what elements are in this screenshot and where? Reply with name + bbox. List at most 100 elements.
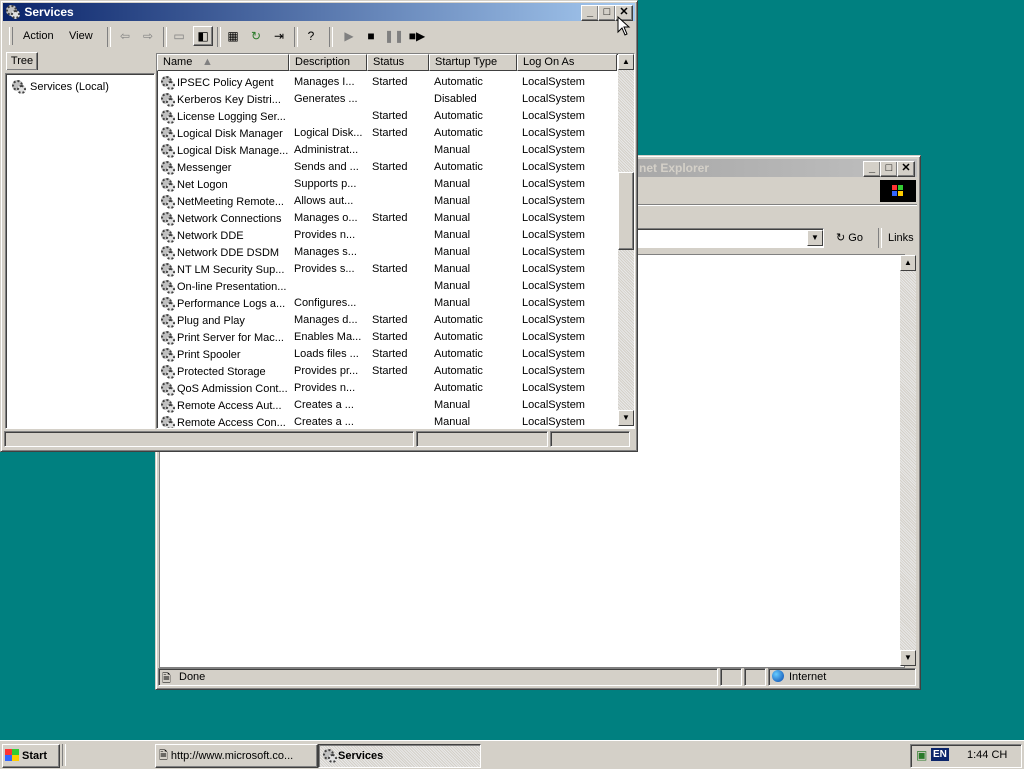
address-dropdown-button[interactable]: ▼: [807, 230, 823, 246]
services-list[interactable]: Name ▲ Description Status Startup Type Lo…: [156, 53, 635, 429]
service-gear-icon: [160, 109, 175, 124]
table-row[interactable]: Net Logon Supports p... Manual LocalSystem: [157, 175, 617, 192]
column-header-description[interactable]: Description: [289, 54, 367, 71]
table-row[interactable]: Performance Logs a... Configures... Manual…: [157, 294, 617, 311]
properties-icon[interactable]: ▦: [223, 26, 243, 46]
clock[interactable]: 1:44 CH: [967, 749, 1007, 761]
table-row[interactable]: QoS Admission Cont... Provides n... Automa…: [157, 379, 617, 396]
network-icon[interactable]: ▣: [916, 748, 927, 762]
menu-view[interactable]: View: [69, 30, 93, 42]
pause-service-icon[interactable]: ❚❚: [384, 26, 404, 46]
services-scroll-up-arrow[interactable]: ▲: [618, 54, 634, 70]
services-scroll-thumb[interactable]: [618, 172, 634, 250]
restart-service-icon[interactable]: ■▶: [407, 26, 427, 46]
column-header-log-on-as[interactable]: Log On As: [517, 54, 617, 71]
ie-scroll-down-arrow[interactable]: ▼: [900, 650, 916, 666]
log-on-as-cell: LocalSystem: [522, 228, 585, 241]
startup-type-cell: Manual: [434, 245, 471, 258]
services-minimize-button[interactable]: _: [581, 5, 599, 21]
tree-tab[interactable]: Tree: [6, 52, 38, 70]
up-folder-icon[interactable]: ▭: [169, 26, 189, 46]
services-scroll-down-arrow[interactable]: ▼: [618, 410, 634, 426]
table-row[interactable]: Messenger Sends and ... Started Automatic Lo…: [157, 158, 617, 175]
export-list-icon[interactable]: ⇥: [269, 26, 289, 46]
table-row[interactable]: Logical Disk Manager Logical Disk... Start…: [157, 124, 617, 141]
startup-type-cell: Manual: [434, 177, 471, 190]
table-row[interactable]: Print Server for Mac... Enables Ma... Star…: [157, 328, 617, 345]
taskbar-item-ie[interactable]: 🗎 http://www.microsoft.co...: [155, 744, 318, 768]
description-cell: [289, 277, 367, 294]
table-row[interactable]: Remote Access Con... Creates a ... Manual L…: [157, 413, 617, 428]
ie-vertical-scrollbar[interactable]: ▲ ▼: [900, 255, 916, 666]
column-header-status[interactable]: Status: [367, 54, 429, 71]
taskbar-separator: [62, 744, 66, 766]
status-cell: [367, 243, 429, 260]
table-row[interactable]: Remote Access Aut... Creates a ... Manual L…: [157, 396, 617, 413]
refresh-icon[interactable]: ↻: [246, 26, 266, 46]
forward-arrow-icon[interactable]: ⇨: [138, 26, 158, 46]
go-icon: ↻: [836, 232, 846, 244]
table-row[interactable]: Logical Disk Manage... Administrat... Manu…: [157, 141, 617, 158]
system-tray: ▣ EN 1:44 CH: [910, 744, 1022, 768]
table-row[interactable]: Network DDE DSDM Manages s... Manual LocalS…: [157, 243, 617, 260]
start-button[interactable]: Start: [2, 744, 60, 768]
show-hide-tree-icon[interactable]: ◧: [193, 26, 213, 46]
status-cell: [367, 192, 429, 209]
service-gear-icon: [160, 143, 175, 158]
table-row[interactable]: NT LM Security Sup... Provides s... Starte…: [157, 260, 617, 277]
help-icon[interactable]: ?: [301, 26, 321, 46]
table-row[interactable]: Kerberos Key Distri... Generates ... Disab…: [157, 90, 617, 107]
service-gear-icon: [160, 381, 175, 396]
table-row[interactable]: Plug and Play Manages d... Started Automati…: [157, 311, 617, 328]
service-name-cell: Print Server for Mac...: [157, 328, 289, 345]
description-cell: Provides n...: [294, 228, 356, 241]
sort-ascending-icon: ▲: [202, 56, 213, 68]
tree-item-services-local[interactable]: Services (Local): [8, 79, 109, 94]
table-row[interactable]: Protected Storage Provides pr... Started Au…: [157, 362, 617, 379]
table-row[interactable]: License Logging Ser... Started Automatic Lo…: [157, 107, 617, 124]
status-cell: [367, 175, 429, 192]
go-button[interactable]: ↻ Go: [836, 229, 863, 247]
ie-scroll-up-arrow[interactable]: ▲: [900, 255, 916, 271]
ie-minimize-button[interactable]: _: [863, 161, 881, 177]
table-row[interactable]: Print Spooler Loads files ... Started Autom…: [157, 345, 617, 362]
column-header-name[interactable]: Name ▲: [157, 54, 289, 71]
column-header-startup-type[interactable]: Startup Type: [429, 54, 517, 71]
links-button[interactable]: Links: [888, 229, 914, 247]
table-row[interactable]: NetMeeting Remote... Allows aut... Manual L…: [157, 192, 617, 209]
address-input[interactable]: ▼: [626, 228, 824, 248]
status-cell: Started: [372, 75, 408, 88]
table-row[interactable]: On-line Presentation... Manual LocalSystem: [157, 277, 617, 294]
service-gear-icon: [160, 92, 175, 107]
startup-type-cell: Manual: [434, 211, 471, 224]
table-row[interactable]: Network DDE Provides n... Manual LocalSyste…: [157, 226, 617, 243]
tree-pane[interactable]: Services (Local): [5, 73, 155, 429]
table-row[interactable]: Network Connections Manages o... Started Ma…: [157, 209, 617, 226]
stop-service-icon[interactable]: ■: [361, 26, 381, 46]
service-name-cell: QoS Admission Cont...: [157, 379, 289, 396]
log-on-as-cell: LocalSystem: [522, 262, 585, 275]
startup-type-cell: Manual: [434, 262, 471, 275]
taskbar-item-services[interactable]: Services: [318, 744, 481, 768]
description-cell: [289, 107, 367, 124]
services-table: IPSEC Policy Agent Manages I... Started Aut…: [157, 73, 617, 428]
service-name-cell: Messenger: [157, 158, 289, 175]
service-gear-icon: [160, 347, 175, 362]
service-name-cell: Remote Access Aut...: [157, 396, 289, 413]
menu-action[interactable]: Action: [23, 30, 54, 42]
start-service-icon[interactable]: ▶: [339, 26, 359, 46]
services-vertical-scrollbar[interactable]: ▲ ▼: [618, 54, 634, 426]
services-title-bar[interactable]: Services _ □ ✕: [3, 3, 635, 21]
ie-zone-text: Internet: [789, 671, 827, 683]
language-indicator[interactable]: EN: [931, 748, 949, 761]
services-maximize-button[interactable]: □: [598, 5, 616, 21]
ie-maximize-button[interactable]: □: [880, 161, 898, 177]
ie-close-button[interactable]: ✕: [897, 161, 915, 177]
table-row[interactable]: IPSEC Policy Agent Manages I... Started Aut…: [157, 73, 617, 90]
service-name-cell: IPSEC Policy Agent: [157, 73, 289, 90]
startup-type-cell: Automatic: [434, 126, 483, 139]
back-arrow-icon[interactable]: ⇦: [115, 26, 135, 46]
log-on-as-cell: LocalSystem: [522, 398, 585, 411]
service-name-cell: Logical Disk Manage...: [157, 141, 289, 158]
status-cell: Started: [372, 211, 408, 224]
